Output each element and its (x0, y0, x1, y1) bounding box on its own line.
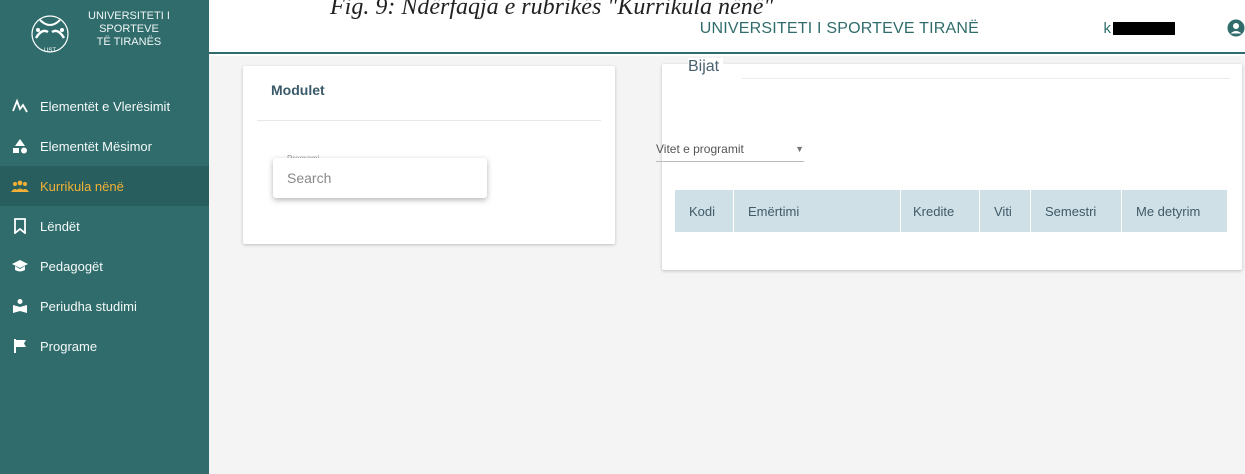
account-circle-icon[interactable] (1227, 19, 1245, 37)
sidebar-item-label: Kurrikula nënë (40, 178, 124, 194)
divider (257, 120, 601, 121)
column-header-viti[interactable]: Viti (980, 190, 1031, 232)
redacted-username (1113, 22, 1175, 35)
divider (742, 78, 1230, 79)
sidebar-item-label: Pedagogët (40, 258, 103, 274)
brand-line-2: SPORTEVE (99, 23, 159, 35)
sidebar-item-elementet-vleresimit[interactable]: Elementët e Vlerësimit (0, 86, 209, 126)
people-icon (10, 177, 30, 195)
sidebar-item-label: Elementët e Vlerësimit (40, 98, 171, 114)
sidebar-item-elementet-mesimor[interactable]: Elementët Mësimor (0, 126, 209, 166)
bijat-title: Bijat (688, 58, 724, 76)
sidebar-nav: Elementët e Vlerësimit Elementët Mësimor… (0, 86, 209, 366)
brand-name: UNIVERSITETI I SPORTEVE TË TIRANËS (88, 10, 170, 49)
column-header-semestri[interactable]: Semestri (1031, 190, 1122, 232)
brand-line-3: TË TIRANËS (96, 36, 162, 48)
person-reading-icon (10, 297, 30, 315)
user-initial: k (1103, 20, 1112, 37)
flag-icon (10, 337, 30, 355)
brand-line-1: UNIVERSITETI I (88, 10, 170, 22)
bijat-card: Bijat Vitet e programit ▼ Kodi Emërtimi … (656, 58, 1242, 270)
column-header-kredite[interactable]: Kredite (901, 190, 980, 232)
shapes-icon (10, 137, 30, 155)
sidebar-item-pedagoget[interactable]: Pedagogët (0, 246, 209, 286)
years-select-label: Vitet e programit (656, 142, 744, 156)
column-header-kodi[interactable]: Kodi (675, 190, 734, 232)
sidebar: UST UNIVERSITETI I SPORTEVE TË TIRANËS E… (0, 0, 209, 474)
header-university-name: UNIVERSITETI I SPORTEVE TIRANË (699, 20, 979, 37)
bijat-table-header: Kodi Emërtimi Kredite Viti Semestri Me d… (675, 190, 1227, 232)
svg-text:UST: UST (44, 48, 56, 54)
sidebar-item-label: Programe (40, 338, 98, 354)
sidebar-item-label: Elementët Mësimor (40, 138, 152, 154)
sidebar-item-periudha-studimi[interactable]: Periudha studimi (0, 286, 209, 326)
modulet-card: Modulet Programi Search (243, 66, 615, 244)
figure-caption: Fig. 9: Ndërfaqja e rubrikës "Kurrikula … (330, 0, 774, 20)
bookmark-icon (10, 217, 30, 235)
sidebar-item-lendet[interactable]: Lëndët (0, 206, 209, 246)
sidebar-item-programe[interactable]: Programe (0, 326, 209, 366)
modulet-title: Modulet (271, 82, 325, 98)
sidebar-item-label: Periudha studimi (40, 298, 137, 314)
years-select[interactable]: Vitet e programit ▼ (656, 136, 804, 162)
sidebar-item-label: Lëndët (40, 218, 80, 234)
search-input[interactable]: Search (273, 158, 487, 198)
sidebar-item-kurrikula-nene[interactable]: Kurrikula nënë (0, 166, 209, 206)
brand: UST UNIVERSITETI I SPORTEVE TË TIRANËS (0, 0, 209, 72)
user-name[interactable]: k (1103, 20, 1175, 37)
column-header-me-detyrim[interactable]: Me detyrim (1122, 190, 1227, 232)
chart-line-icon (10, 97, 30, 115)
university-logo-icon: UST (31, 15, 69, 54)
caret-down-icon: ▼ (795, 144, 804, 154)
main-content: Modulet Programi Search Bijat Vitet e pr… (209, 56, 1245, 474)
column-header-emertimi[interactable]: Emërtimi (734, 190, 901, 232)
graduation-cap-icon (10, 257, 30, 275)
